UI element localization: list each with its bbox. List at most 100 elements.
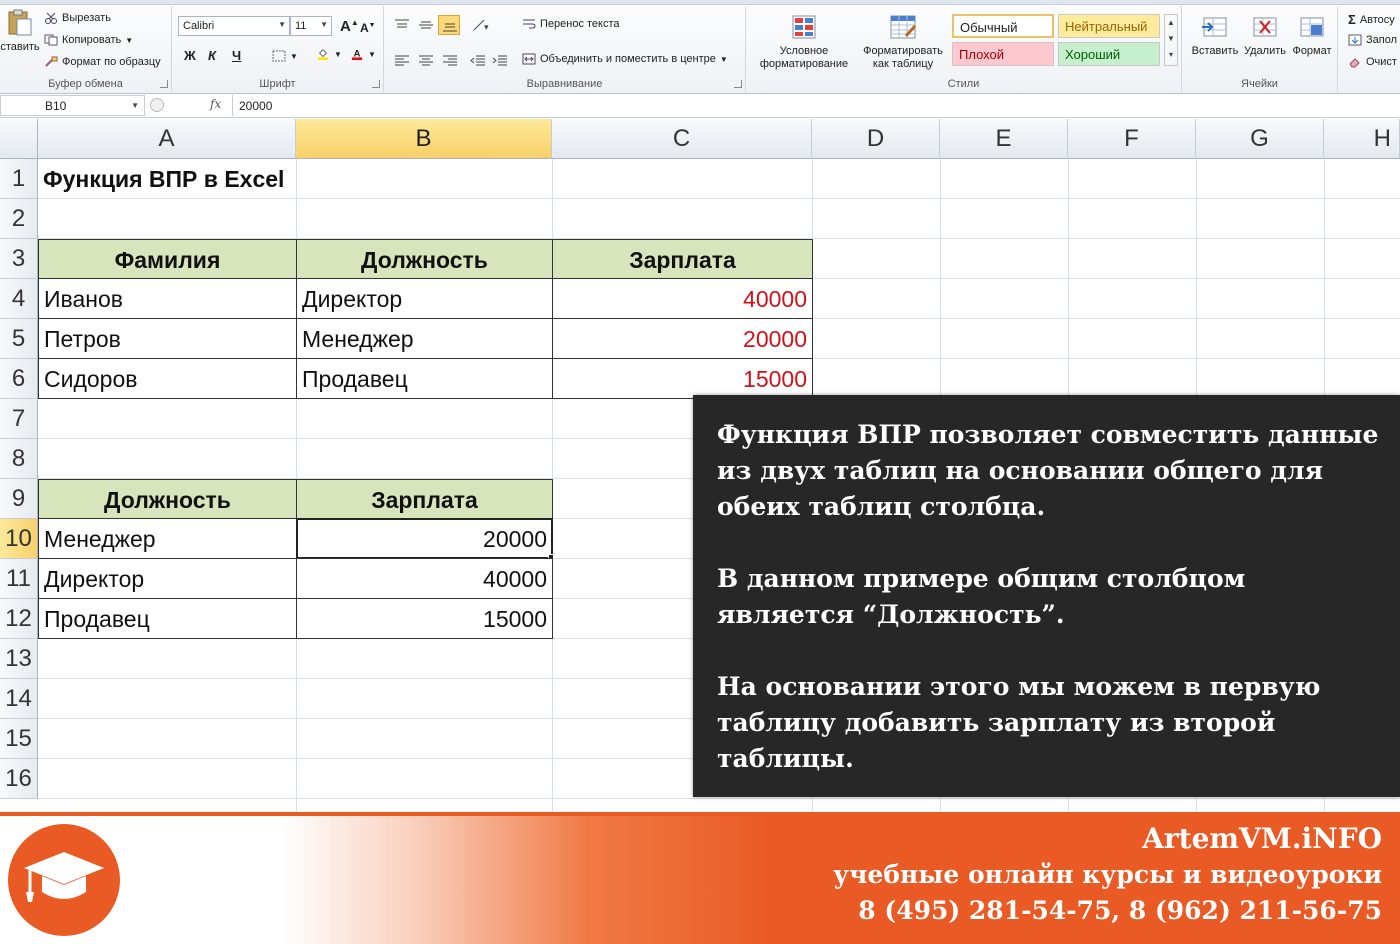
style-normal[interactable]: Обычный	[952, 14, 1054, 38]
row-header-11[interactable]: 11	[0, 559, 38, 599]
svg-text:A: A	[354, 48, 361, 59]
insert-cells-icon	[1202, 17, 1227, 37]
align-center-icon[interactable]	[418, 54, 434, 68]
grow-font-button[interactable]: A▲	[340, 18, 359, 35]
wrap-text-button[interactable]: Перенос текста	[522, 18, 620, 30]
active-cell-b10[interactable]: 20000	[296, 518, 553, 559]
table1-cell[interactable]: Менеджер	[296, 318, 553, 359]
column-header-a[interactable]: A	[38, 119, 296, 159]
cut-button[interactable]: Вырезать	[44, 12, 111, 24]
delete-cells-button[interactable]: Удалить	[1240, 12, 1290, 58]
table1-header-salary[interactable]: Зарплата	[552, 239, 813, 279]
style-good[interactable]: Хороший	[1058, 42, 1160, 66]
alignment-launcher-icon[interactable]	[734, 80, 742, 88]
paste-button[interactable]: ставить	[0, 8, 40, 54]
row-header-15[interactable]: 15	[0, 719, 38, 759]
column-header-f[interactable]: F	[1068, 119, 1196, 159]
font-launcher-icon[interactable]	[372, 80, 380, 88]
font-size-value: 11	[295, 20, 307, 32]
column-header-e[interactable]: E	[940, 119, 1068, 159]
fill-button[interactable]: Запол	[1348, 34, 1397, 46]
italic-button[interactable]: К	[208, 48, 216, 63]
table2-header-position[interactable]: Должность	[38, 479, 297, 519]
decrease-indent-icon[interactable]	[470, 54, 486, 68]
table1-cell[interactable]: Сидоров	[38, 358, 297, 399]
table1-cell[interactable]: 15000	[552, 358, 813, 399]
table2-cell[interactable]: Директор	[38, 558, 297, 599]
style-neutral[interactable]: Нейтральный	[1058, 14, 1160, 38]
table2-cell[interactable]: Продавец	[38, 598, 297, 639]
column-header-g[interactable]: G	[1196, 119, 1324, 159]
row-header-4[interactable]: 4	[0, 279, 38, 319]
table1-cell[interactable]: Директор	[296, 278, 553, 319]
copy-icon	[44, 34, 58, 46]
styles-scroll[interactable]: ▲ ▼ ▾	[1164, 14, 1178, 66]
table1-cell[interactable]: 20000	[552, 318, 813, 359]
font-size-select[interactable]: 11 ▼	[290, 16, 332, 36]
underline-button[interactable]: Ч	[232, 48, 241, 63]
footer-brand[interactable]: ArtemVM.iNFO	[1142, 822, 1382, 855]
table1-header-position[interactable]: Должность	[296, 239, 553, 279]
clipboard-launcher-icon[interactable]	[160, 80, 168, 88]
autosum-button[interactable]: Σ Автосу	[1348, 12, 1395, 27]
select-all-corner[interactable]	[0, 119, 38, 159]
table1-cell[interactable]: Продавец	[296, 358, 553, 399]
name-box[interactable]: B10 ▼	[0, 95, 145, 116]
row-header-13[interactable]: 13	[0, 639, 38, 679]
format-as-table-button[interactable]: Форматировать как таблицу	[856, 12, 950, 71]
insert-cells-button[interactable]: Вставить	[1188, 12, 1242, 58]
formula-input[interactable]: 20000	[232, 95, 1400, 116]
align-left-icon[interactable]	[394, 54, 410, 68]
column-header-b[interactable]: B	[296, 119, 552, 159]
table1-header-surname[interactable]: Фамилия	[38, 239, 297, 279]
row-header-6[interactable]: 6	[0, 359, 38, 399]
orientation-icon[interactable]: ▾	[472, 18, 496, 32]
increase-indent-icon[interactable]	[492, 54, 508, 68]
style-bad[interactable]: Плохой	[952, 42, 1054, 66]
row-header-8[interactable]: 8	[0, 439, 38, 479]
row-header-12[interactable]: 12	[0, 599, 38, 639]
shrink-font-button[interactable]: A▼	[360, 21, 376, 35]
row-header-14[interactable]: 14	[0, 679, 38, 719]
fill-color-button[interactable]: ▼	[316, 48, 342, 60]
format-cells-button[interactable]: Формат	[1288, 12, 1336, 58]
column-header-c[interactable]: C	[552, 119, 812, 159]
table2-cell[interactable]: 15000	[296, 598, 553, 639]
table1-cell[interactable]: Иванов	[38, 278, 297, 319]
table2-cell[interactable]: Менеджер	[38, 518, 297, 559]
align-middle-icon[interactable]	[418, 18, 434, 32]
merge-center-button[interactable]: Объединить и поместить в центре ▼	[522, 53, 728, 65]
align-bottom-button[interactable]	[438, 15, 460, 35]
copy-button[interactable]: Копировать ▼	[44, 34, 133, 46]
wrap-text-label: Перенос текста	[540, 18, 620, 30]
table1-cell[interactable]: Петров	[38, 318, 297, 359]
borders-button[interactable]: ▼	[272, 50, 298, 62]
row-header-9[interactable]: 9	[0, 479, 38, 519]
align-top-icon[interactable]	[394, 18, 410, 32]
bold-button[interactable]: Ж	[184, 48, 196, 63]
insert-function-button[interactable]: fx	[210, 97, 221, 111]
format-painter-button[interactable]: Формат по образцу	[44, 56, 161, 68]
row-header-1[interactable]: 1	[0, 159, 38, 199]
row-header-3[interactable]: 3	[0, 239, 38, 279]
table1-cell[interactable]: 40000	[552, 278, 813, 319]
font-name-select[interactable]: Calibri ▼	[178, 16, 290, 36]
table2-cell[interactable]: 40000	[296, 558, 553, 599]
font-color-button[interactable]: A ▼	[350, 48, 376, 60]
conditional-formatting-icon	[792, 15, 816, 39]
svg-text:▾: ▾	[484, 22, 489, 32]
clear-button[interactable]: Очист	[1348, 56, 1397, 68]
row-header-5[interactable]: 5	[0, 319, 38, 359]
row-header-16[interactable]: 16	[0, 759, 38, 799]
conditional-formatting-button[interactable]: Условное форматирование	[750, 12, 858, 71]
column-header-h[interactable]: H	[1324, 119, 1400, 159]
table2-header-salary[interactable]: Зарплата	[296, 479, 553, 519]
sigma-icon: Σ	[1348, 12, 1356, 27]
row-header-2[interactable]: 2	[0, 199, 38, 239]
row-header-10[interactable]: 10	[0, 519, 38, 559]
align-right-icon[interactable]	[442, 54, 458, 68]
row-header-7[interactable]: 7	[0, 399, 38, 439]
formula-bar-expand-icon[interactable]	[150, 98, 164, 112]
sheet-title[interactable]: Функция ВПР в Excel	[38, 159, 438, 199]
column-header-d[interactable]: D	[812, 119, 940, 159]
